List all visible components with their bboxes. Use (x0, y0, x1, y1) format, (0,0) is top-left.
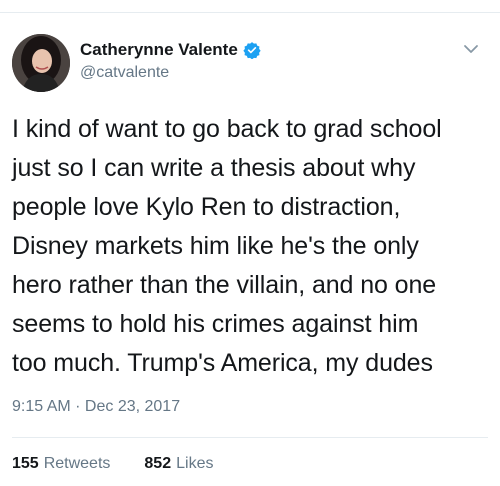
stats-divider (12, 437, 488, 438)
tweet-stats: 155 Retweets 852 Likes (12, 455, 213, 473)
tweet-timestamp[interactable]: 9:15 AM · Dec 23, 2017 (12, 398, 180, 416)
likes-label: Likes (176, 455, 214, 472)
chevron-down-icon[interactable] (462, 40, 480, 58)
top-bar-divider (0, 0, 500, 13)
avatar[interactable] (12, 34, 70, 92)
author-handle[interactable]: @catvalente (80, 64, 261, 82)
retweets-stat[interactable]: 155 Retweets (12, 455, 110, 473)
likes-count: 852 (144, 455, 172, 472)
likes-stat[interactable]: 852 Likes (144, 455, 213, 473)
tweet-text: I kind of want to go back to grad school… (12, 115, 442, 377)
tweet-header: Catherynne Valente @catvalente (12, 34, 488, 96)
verified-badge-icon (243, 41, 261, 60)
retweets-label: Retweets (43, 455, 111, 472)
retweets-count: 155 (12, 455, 39, 472)
author-display-name[interactable]: Catherynne Valente (80, 40, 238, 60)
